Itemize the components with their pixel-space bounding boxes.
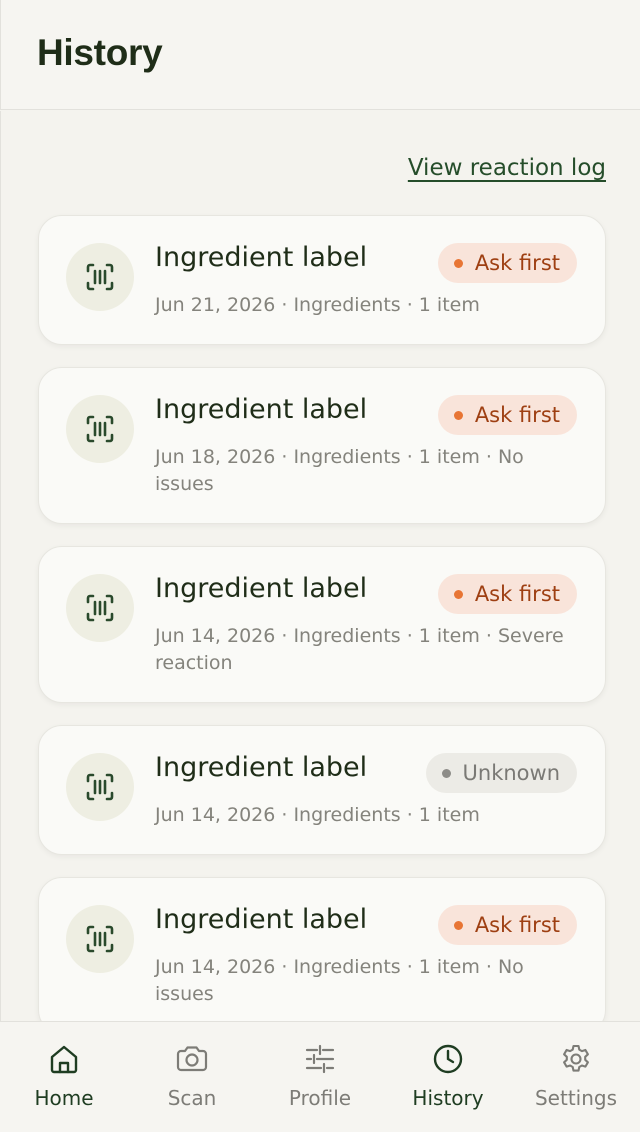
tab-profile[interactable]: Profile [256, 1022, 384, 1132]
status-dot [453, 410, 463, 420]
camera-icon [176, 1046, 208, 1072]
status-dot [453, 920, 463, 930]
status-badge: Ask first [437, 243, 577, 283]
card-meta: Jun 14, 2026 · Ingredients · 1 item [155, 804, 480, 826]
card-title: Ingredient label [155, 752, 368, 783]
status-badge: Ask first [437, 395, 577, 435]
tab-scan[interactable]: Scan [128, 1022, 256, 1132]
home-icon [50, 1045, 78, 1074]
card-meta: Jun 18, 2026 · Ingredients · 1 item · No… [155, 446, 524, 495]
card-meta: Jun 14, 2026 · Ingredients · 1 item · Se… [155, 625, 564, 674]
card-title: Ingredient label [155, 573, 368, 604]
history-card[interactable]: Ingredient label Ask first Jun 14, 2026 … [38, 546, 606, 703]
status-badge: Ask first [437, 574, 577, 614]
barcode-icon [66, 243, 134, 311]
tab-label: Profile [288, 1086, 352, 1110]
tab-label: Settings [534, 1086, 618, 1110]
tab-label: History [412, 1086, 484, 1110]
status-badge: Unknown [425, 753, 577, 793]
status-badge-label: Ask first [474, 913, 560, 937]
tab-home[interactable]: Home [0, 1022, 128, 1132]
page-title: History [37, 32, 163, 73]
app-header: History [0, 0, 640, 110]
barcode-icon [66, 905, 134, 973]
status-badge-label: Unknown [462, 761, 560, 785]
barcode-icon [66, 395, 134, 463]
history-card[interactable]: Ingredient label Ask first Jun 21, 2026 … [38, 215, 606, 345]
status-dot [453, 589, 463, 599]
status-dot [441, 768, 451, 778]
barcode-icon [66, 753, 134, 821]
sliders-icon [305, 1044, 335, 1074]
view-reaction-log-link[interactable]: View reaction log [408, 155, 606, 181]
card-title: Ingredient label [155, 242, 368, 273]
status-dot [453, 258, 463, 268]
tab-label: Home [34, 1086, 94, 1110]
tab-history[interactable]: History [384, 1022, 512, 1132]
bottom-tab-bar: Home Scan Profile History Settings [0, 1021, 640, 1132]
status-badge: Ask first [437, 905, 577, 945]
history-card[interactable]: Ingredient label Ask first Jun 14, 2026 … [38, 877, 606, 1021]
card-title: Ingredient label [155, 394, 368, 425]
tab-settings[interactable]: Settings [512, 1022, 640, 1132]
history-card[interactable]: Ingredient label Unknown Jun 14, 2026 · … [38, 725, 606, 855]
history-card[interactable]: Ingredient label Ask first Jun 18, 2026 … [38, 367, 606, 524]
status-badge-label: Ask first [474, 582, 560, 606]
gear-icon [563, 1044, 589, 1072]
barcode-icon [66, 574, 134, 642]
card-meta: Jun 21, 2026 · Ingredients · 1 item [155, 294, 480, 316]
history-list-area[interactable]: View reaction log Ingredient label Ask f… [0, 111, 640, 1021]
card-title: Ingredient label [155, 904, 368, 935]
clock-icon [433, 1044, 463, 1074]
status-badge-label: Ask first [474, 251, 560, 275]
card-meta: Jun 14, 2026 · Ingredients · 1 item · No… [155, 956, 524, 1005]
tab-label: Scan [167, 1086, 217, 1110]
status-badge-label: Ask first [474, 403, 560, 427]
